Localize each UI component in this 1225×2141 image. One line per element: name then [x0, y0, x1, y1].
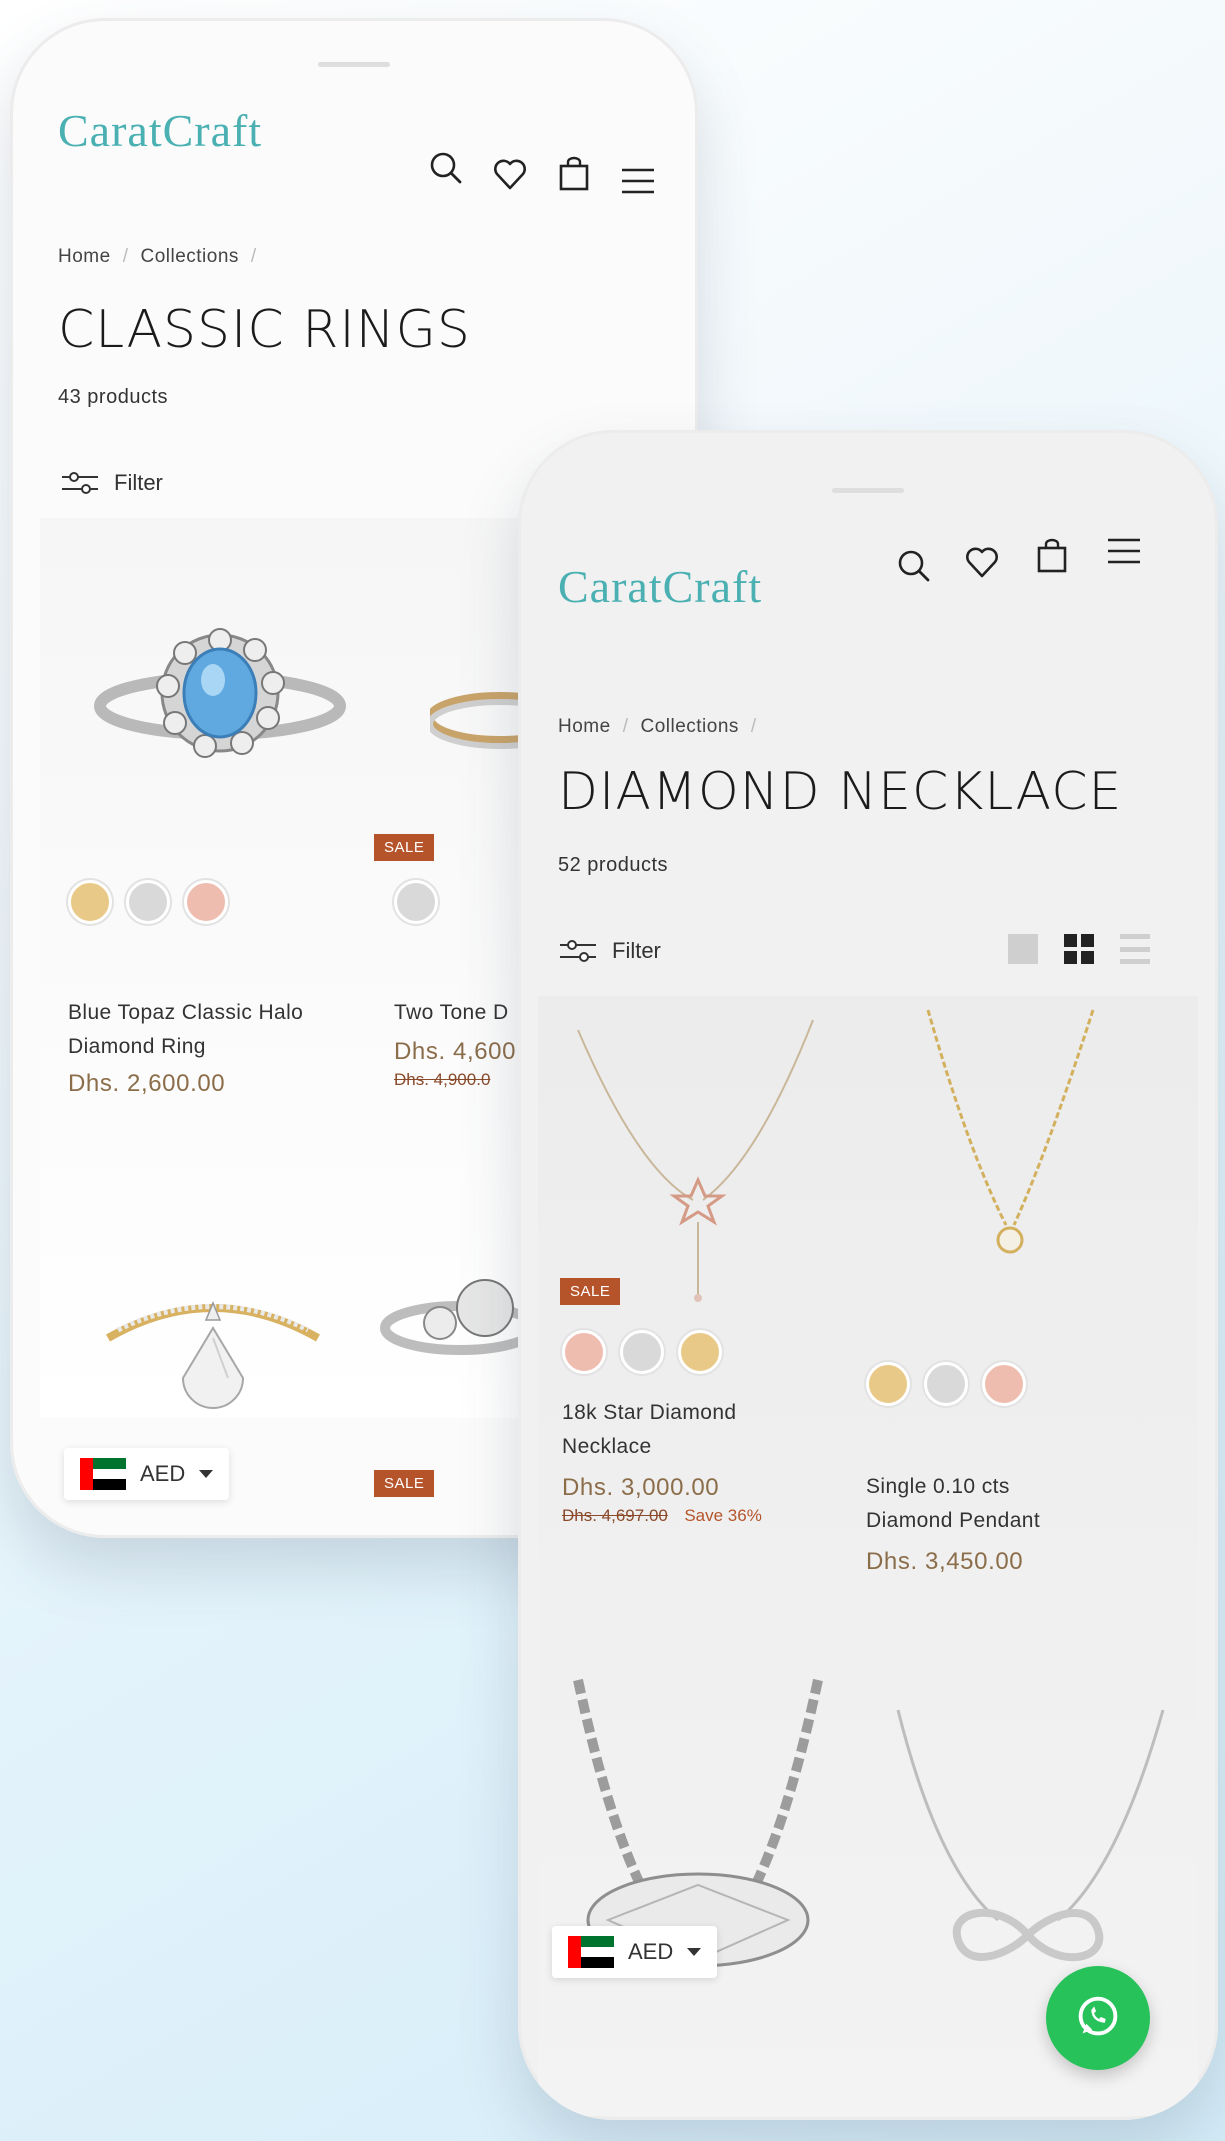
swatch-rose-gold[interactable]: [562, 1330, 606, 1374]
search-icon[interactable]: [428, 150, 464, 186]
breadcrumb-collections[interactable]: Collections: [640, 716, 738, 737]
breadcrumb: Home / Collections /: [58, 246, 257, 267]
color-swatches: [68, 880, 303, 924]
menu-icon[interactable]: [1106, 534, 1142, 570]
page-title: CLASSIC RINGS: [58, 300, 471, 360]
product-name-line2[interactable]: Diamond Ring: [68, 1030, 303, 1064]
filter-icon: [62, 472, 98, 494]
product-image-star-necklace[interactable]: [568, 1010, 828, 1310]
uae-flag-icon: [80, 1458, 126, 1490]
currency-label: AED: [628, 1939, 674, 1964]
uae-flag-icon: [568, 1936, 614, 1968]
sale-badge: SALE: [374, 1470, 435, 1497]
filter-label: Filter: [612, 938, 661, 963]
product-name-line1[interactable]: Blue Topaz Classic Halo: [68, 996, 303, 1030]
chevron-down-icon: [199, 1470, 214, 1478]
swatch-white-gold[interactable]: [620, 1330, 664, 1374]
product-price: Dhs. 3,450.00: [866, 1548, 1024, 1575]
phone-diamond-necklace: CaratCraft Home / Collections / DIAMOND NEC…: [518, 430, 1218, 2120]
menu-icon[interactable]: [620, 164, 656, 200]
list-view-icon[interactable]: [1120, 934, 1150, 964]
currency-selector[interactable]: AED: [64, 1448, 230, 1500]
swatch-white-gold[interactable]: [394, 880, 438, 924]
product-card-single-pendant[interactable]: Single 0.10 cts Diamond Pendant Dhs. 3,4…: [866, 1362, 1040, 1576]
currency-selector[interactable]: AED: [552, 1926, 718, 1978]
chevron-down-icon: [687, 1948, 702, 1956]
whatsapp-icon: [1078, 1996, 1118, 2036]
bag-icon[interactable]: [556, 156, 592, 192]
single-view-icon[interactable]: [1008, 934, 1038, 964]
sale-badge: SALE: [374, 834, 435, 861]
swatch-yellow-gold[interactable]: [866, 1362, 910, 1406]
swatch-rose-gold[interactable]: [184, 880, 228, 924]
swatch-white-gold[interactable]: [126, 880, 170, 924]
product-price: Dhs. 4,600: [394, 1038, 517, 1065]
grid-view-icon[interactable]: [1064, 934, 1094, 964]
speaker: [318, 62, 390, 67]
view-toggle: [1008, 934, 1150, 964]
product-name-line1[interactable]: 18k Star Diamond: [562, 1396, 762, 1430]
breadcrumb-home[interactable]: Home: [58, 246, 111, 267]
product-card-two-tone[interactable]: Two Tone D Dhs. 4,600 Dhs. 4,900.0: [394, 880, 516, 1090]
product-name-line1[interactable]: Two Tone D: [394, 996, 516, 1030]
product-name-line2[interactable]: Diamond Pendant: [866, 1504, 1040, 1538]
brand-logo[interactable]: CaratCraft: [558, 560, 762, 613]
product-count: 43 products: [58, 386, 169, 408]
product-image-pear-ring[interactable]: [98, 1268, 328, 1428]
product-image-two-tone-ring[interactable]: [426, 678, 574, 768]
product-image-single-pendant[interactable]: [878, 1000, 1138, 1300]
page-title: DIAMOND NECKLACE: [558, 762, 1123, 822]
speaker: [832, 488, 904, 493]
sale-badge: SALE: [560, 1278, 621, 1305]
brand-logo[interactable]: CaratCraft: [58, 104, 262, 157]
breadcrumb-home[interactable]: Home: [558, 716, 611, 737]
search-icon[interactable]: [896, 548, 932, 584]
product-count: 52 products: [558, 854, 669, 876]
product-image-three-stone-ring[interactable]: [380, 1268, 540, 1428]
swatch-white-gold[interactable]: [924, 1362, 968, 1406]
color-swatches: [394, 880, 516, 924]
heart-icon[interactable]: [964, 544, 1000, 580]
swatch-yellow-gold[interactable]: [678, 1330, 722, 1374]
bag-icon[interactable]: [1034, 538, 1070, 574]
color-swatches: [866, 1362, 1040, 1406]
heart-icon[interactable]: [492, 156, 528, 192]
swatch-yellow-gold[interactable]: [68, 880, 112, 924]
swatch-rose-gold[interactable]: [982, 1362, 1026, 1406]
currency-label: AED: [140, 1461, 186, 1486]
product-name-line2[interactable]: Necklace: [562, 1430, 762, 1464]
product-old-price: Dhs. 4,697.00: [562, 1506, 668, 1525]
product-old-price: Dhs. 4,900.0: [394, 1070, 491, 1089]
color-swatches: [562, 1330, 762, 1374]
product-card-blue-topaz[interactable]: Blue Topaz Classic Halo Diamond Ring Dhs…: [68, 880, 303, 1098]
product-card-star-necklace[interactable]: 18k Star Diamond Necklace Dhs. 3,000.00 …: [562, 1330, 762, 1526]
product-name-line1[interactable]: Single 0.10 cts: [866, 1470, 1040, 1504]
whatsapp-chat-button[interactable]: [1046, 1966, 1150, 2070]
filter-icon: [560, 940, 596, 962]
product-price: Dhs. 3,000.00: [562, 1474, 720, 1501]
filter-label: Filter: [114, 470, 163, 495]
product-save-label: Save 36%: [684, 1506, 762, 1525]
product-image-blue-topaz-ring[interactable]: [70, 588, 370, 788]
product-price: Dhs. 2,600.00: [68, 1070, 226, 1097]
breadcrumb: Home / Collections /: [558, 716, 757, 737]
breadcrumb-collections[interactable]: Collections: [140, 246, 238, 267]
filter-button[interactable]: Filter: [560, 938, 661, 964]
filter-button[interactable]: Filter: [62, 470, 163, 496]
